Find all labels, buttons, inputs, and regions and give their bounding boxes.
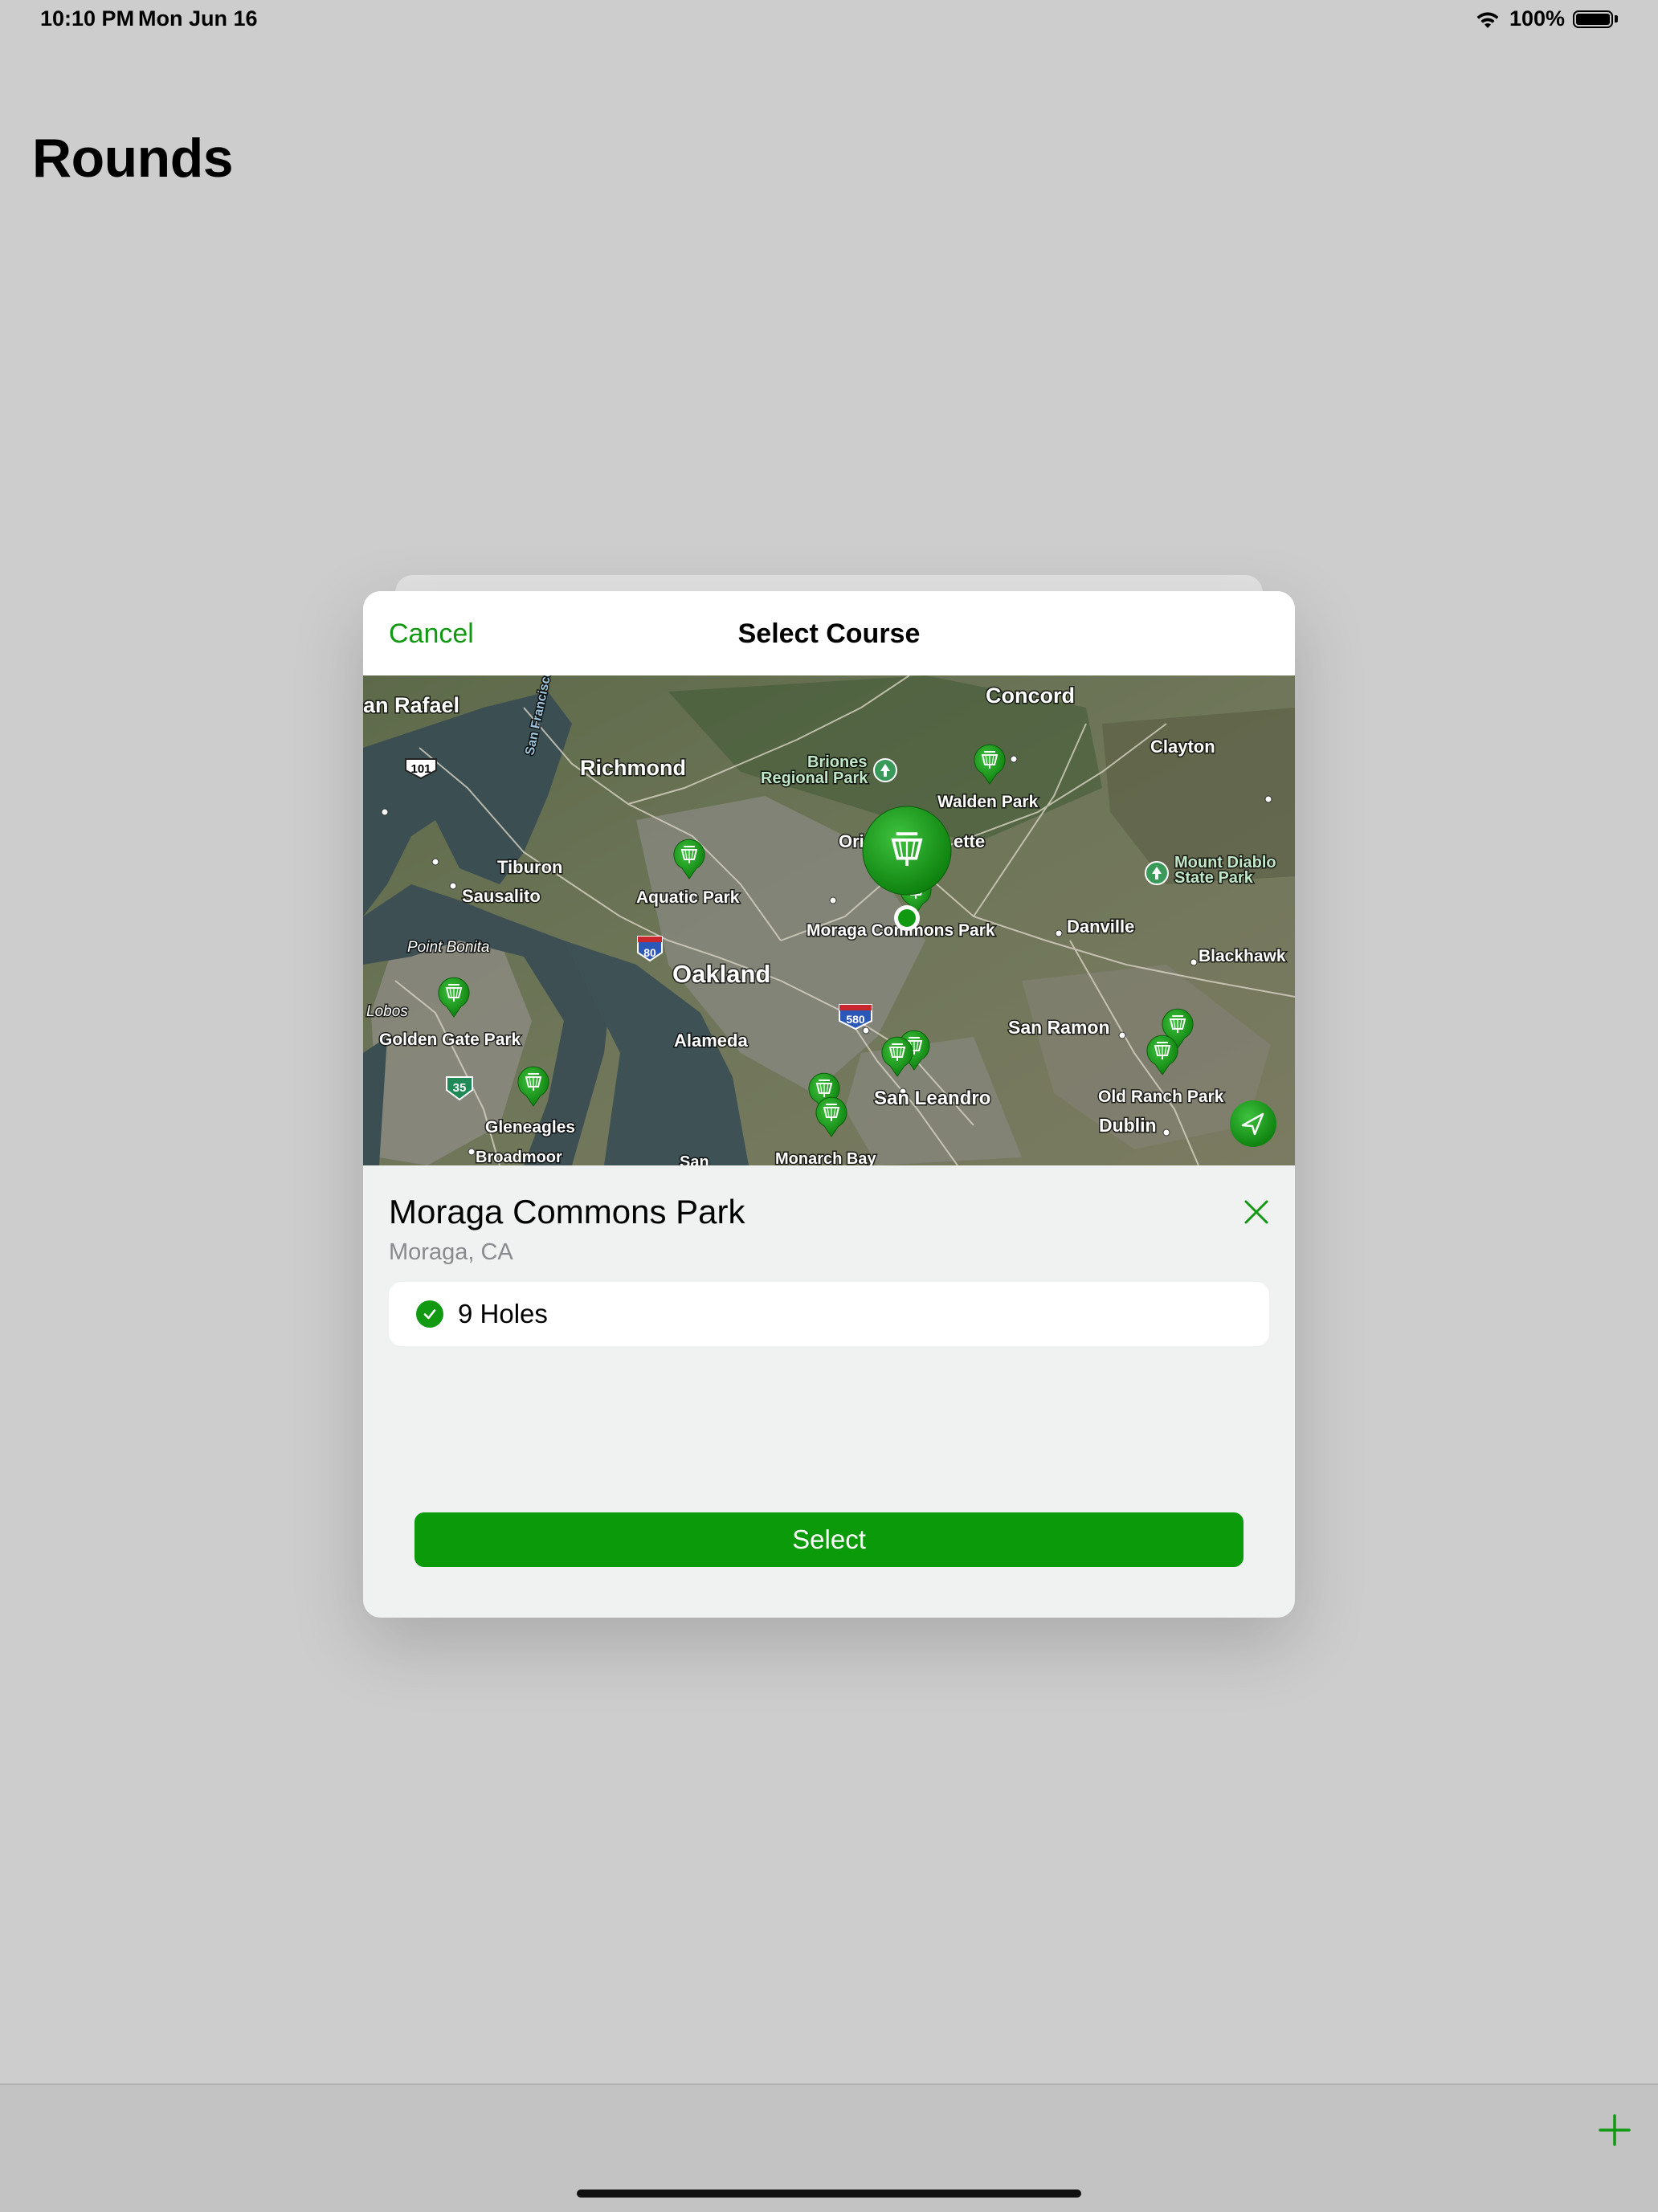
map-label: ette — [954, 831, 985, 851]
select-course-modal: Cancel Select Course 101 80 580 35 an Ra… — [363, 591, 1295, 1618]
map-label: Gleneagles — [485, 1118, 575, 1137]
map-label: Lobos — [366, 1003, 408, 1020]
map-label: San Leandro — [874, 1088, 990, 1109]
map-label: Dublin — [1099, 1115, 1157, 1136]
wifi-icon — [1476, 11, 1499, 28]
map-label: Tiburon — [497, 857, 562, 877]
map-label: Alameda — [674, 1030, 748, 1051]
svg-text:101: 101 — [410, 762, 431, 776]
map-label: Walden Park — [937, 793, 1039, 811]
map-label: an Rafael — [363, 693, 459, 717]
select-button[interactable]: Select — [414, 1512, 1244, 1567]
map-label: Sausalito — [462, 886, 541, 906]
status-bar: 10:10 PM Mon Jun 16 100% — [0, 0, 1658, 40]
add-icon[interactable] — [1597, 2112, 1632, 2148]
battery-nub — [1615, 15, 1618, 22]
map-label: Regional Park — [761, 769, 868, 787]
status-date: Mon Jun 16 — [138, 6, 258, 31]
checkmark-icon — [416, 1300, 443, 1328]
map-label: Aquatic Park — [636, 888, 740, 907]
holes-option[interactable]: 9 Holes — [389, 1282, 1269, 1346]
holes-option-label: 9 Holes — [458, 1299, 548, 1328]
map-label: State Park — [1174, 869, 1254, 887]
map-label: San — [680, 1153, 709, 1165]
map-label: Briones — [807, 753, 867, 771]
course-map[interactable]: 101 80 580 35 an Rafael Richmond Concord — [363, 675, 1295, 1165]
current-location-button[interactable] — [1230, 1100, 1276, 1147]
modal-header: Cancel Select Course — [363, 591, 1295, 675]
status-time: 10:10 PM — [40, 6, 135, 31]
map-label: Danville — [1067, 916, 1134, 937]
map-label: Monarch Bay — [775, 1150, 876, 1165]
svg-text:80: 80 — [643, 946, 656, 959]
home-indicator — [577, 2190, 1081, 2198]
battery-icon — [1573, 10, 1613, 28]
map-label: Clayton — [1150, 737, 1215, 757]
map-label: Broadmoor — [476, 1149, 562, 1165]
map-label: Old Ranch Park — [1098, 1088, 1224, 1106]
map-label: San Ramon — [1008, 1017, 1110, 1038]
course-name: Moraga Commons Park — [389, 1193, 745, 1230]
close-icon[interactable] — [1242, 1198, 1271, 1226]
map-label: Ori — [839, 831, 864, 851]
modal-title: Select Course — [737, 618, 921, 649]
map-label: Concord — [986, 684, 1075, 708]
map-label: Blackhawk — [1199, 947, 1286, 965]
map-label: Oakland — [672, 960, 770, 988]
course-location: Moraga, CA — [389, 1239, 513, 1265]
status-right: 100% — [1474, 6, 1618, 31]
map-label: Point Bonita — [407, 939, 489, 956]
map-label: Richmond — [580, 756, 686, 780]
map-label: Golden Gate Park — [379, 1030, 521, 1049]
page-title: Rounds — [32, 128, 234, 189]
course-detail-panel: Moraga Commons Park Moraga, CA 9 Holes S… — [363, 1165, 1295, 1618]
svg-text:580: 580 — [846, 1013, 865, 1026]
battery-percent: 100% — [1509, 6, 1565, 31]
svg-text:35: 35 — [453, 1081, 467, 1095]
